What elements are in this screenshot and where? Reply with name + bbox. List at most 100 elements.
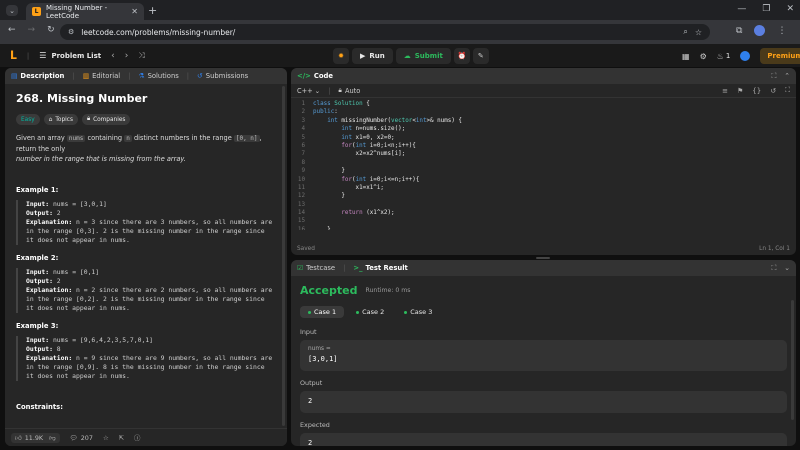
extensions-icon[interactable]: ⧉ xyxy=(736,26,742,36)
minimize-icon[interactable]: — xyxy=(737,4,746,14)
code-line: 4 int n=nums.size(); xyxy=(301,126,406,133)
code-editor[interactable]: 1 class Solution { 2 public: 3 int missing… xyxy=(291,98,796,230)
companies-button[interactable]: 🔒︎ Companies xyxy=(81,114,131,125)
scrollbar[interactable] xyxy=(282,86,285,426)
code-line: 16 } xyxy=(297,226,331,230)
result-panel: ☑ Testcase | >_ Test Result ⛶ ⌄ Accepted R… xyxy=(291,260,796,446)
auto-label: Auto xyxy=(344,86,361,95)
layout-icon[interactable]: ▦ xyxy=(682,52,690,61)
restore-icon[interactable]: ❐ xyxy=(762,4,770,14)
case-tab-3[interactable]: Case 3 xyxy=(396,306,440,318)
maximize-icon[interactable]: ⛶ xyxy=(772,264,777,273)
inline-code: nums xyxy=(66,135,86,142)
statement-text: distinct numbers in the range xyxy=(131,134,234,142)
code-line: 5 int x1=0, x2=0; xyxy=(301,134,395,141)
tab-close-icon[interactable]: ✕ xyxy=(131,7,138,16)
next-problem-icon[interactable]: › xyxy=(125,51,129,61)
code-tab[interactable]: </> Code xyxy=(297,72,333,80)
browser-tab[interactable]: L Missing Number - LeetCode ✕ xyxy=(26,3,144,20)
reload-icon[interactable]: ↻ xyxy=(47,25,55,35)
resize-handle[interactable] xyxy=(536,257,550,259)
tab-search-button[interactable]: ⌄ xyxy=(6,5,18,16)
bookmark-star-icon[interactable]: ☆ xyxy=(695,28,702,37)
maximize-icon[interactable]: ⛶ xyxy=(772,72,777,81)
case-tab-2[interactable]: Case 2 xyxy=(348,306,392,318)
thumbs-down-icon[interactable]: 👎︎ xyxy=(49,434,56,442)
tab-submissions[interactable]: ↺ Submissions xyxy=(197,72,248,80)
problem-title: 268. Missing Number xyxy=(16,92,148,105)
example-title: Example 2: xyxy=(16,254,59,262)
help-icon[interactable]: ⓘ xyxy=(134,433,140,442)
settings-gear-icon[interactable]: ⚙ xyxy=(700,52,707,61)
topics-label: Topics xyxy=(55,116,73,123)
scrollbar[interactable] xyxy=(791,300,794,420)
comments-button[interactable]: 💬︎ 207 xyxy=(70,434,93,442)
run-button[interactable]: ▶ Run xyxy=(352,48,393,64)
case-tabs: Case 1 Case 2 Case 3 xyxy=(300,306,787,318)
collapse-icon[interactable]: ⌄ xyxy=(784,264,790,272)
collapse-icon[interactable]: ⌃ xyxy=(784,72,790,80)
bug-icon: ✹ xyxy=(338,52,344,60)
tab-test-result[interactable]: >_ Test Result xyxy=(353,264,407,272)
profile-avatar[interactable] xyxy=(754,25,766,36)
auto-mode-toggle[interactable]: 🔒︎ Auto xyxy=(338,86,360,95)
like-button[interactable]: 👍︎ 11.9K 👎︎ xyxy=(11,432,60,443)
menu-kebab-icon[interactable]: ⋮ xyxy=(777,26,786,36)
zoom-icon[interactable]: ⌕ xyxy=(683,27,687,37)
inline-code: n xyxy=(124,135,132,142)
like-count: 11.9K xyxy=(24,433,44,442)
forward-icon[interactable]: → xyxy=(28,25,36,35)
braces-icon[interactable]: {} xyxy=(752,87,761,95)
description-footer: 👍︎ 11.9K 👎︎ 💬︎ 207 ☆ ⇱ ⓘ xyxy=(5,428,287,446)
code-header: </> Code ⛶ ⌃ xyxy=(291,68,796,84)
example-title: Example 3: xyxy=(16,322,59,330)
fullscreen-icon[interactable]: ⛶ xyxy=(785,86,790,95)
prev-problem-icon[interactable]: ‹ xyxy=(111,51,115,61)
streak-counter[interactable]: ♨ 1 xyxy=(717,52,731,61)
code-line: 11 x1=x1^i; xyxy=(297,184,384,191)
input-label: Input: xyxy=(26,200,50,208)
shuffle-icon[interactable]: ⤨ xyxy=(138,51,144,61)
bookmark-icon[interactable]: ⚑ xyxy=(737,87,743,95)
address-bar[interactable]: ⚙ leetcode.com/problems/missing-number/ … xyxy=(60,24,710,40)
tab-label: Submissions xyxy=(205,72,249,80)
example-title: Example 1: xyxy=(16,186,59,194)
site-info-icon[interactable]: ⚙ xyxy=(68,28,74,36)
timer-button[interactable]: ⏰ xyxy=(453,48,470,64)
back-icon[interactable]: ← xyxy=(8,25,16,35)
runtime-text: Runtime: 0 ms xyxy=(365,287,411,294)
example-output: 2 xyxy=(56,209,61,217)
topics-button[interactable]: ⌂ Topics xyxy=(43,114,78,125)
case-tab-1[interactable]: Case 1 xyxy=(300,306,345,318)
debug-button[interactable]: ✹ xyxy=(333,48,349,64)
format-icon[interactable]: ≡ xyxy=(722,87,728,95)
input-label: Input: xyxy=(26,336,50,344)
tab-editorial[interactable]: ▥ Editorial xyxy=(83,72,120,80)
notes-button[interactable]: ✎ xyxy=(472,48,489,64)
divider: | xyxy=(328,86,331,95)
code-panel: </> Code ⛶ ⌃ C++ ⌄ | 🔒︎ Auto ≡ ⚑ {} ↺ ⛶ 1 cl… xyxy=(291,68,796,255)
tab-description[interactable]: ▤ Description xyxy=(11,72,64,80)
example-block: Input: nums = [3,0,1] Output: 2 Explanat… xyxy=(16,200,276,245)
language-select[interactable]: C++ ⌄ xyxy=(297,87,320,95)
share-icon[interactable]: ⇱ xyxy=(119,434,124,442)
new-tab-button[interactable]: + xyxy=(148,4,157,17)
variable-value: [3,0,1] xyxy=(308,355,338,363)
pass-dot-icon xyxy=(356,310,360,314)
tab-solutions[interactable]: ⚗ Solutions xyxy=(138,72,178,80)
output-label: Output: xyxy=(26,209,53,217)
tag-icon: ⌂ xyxy=(48,116,53,123)
user-avatar[interactable] xyxy=(740,51,751,61)
pass-dot-icon xyxy=(404,310,408,314)
submit-button[interactable]: ☁ Submit xyxy=(395,48,451,64)
tab-testcase[interactable]: ☑ Testcase xyxy=(297,264,335,272)
problem-list-button[interactable]: ☰ Problem List xyxy=(39,51,101,60)
explanation-label: Explanation: xyxy=(26,354,73,362)
close-window-icon[interactable]: ✕ xyxy=(786,4,794,14)
case-label: Case 1 xyxy=(314,308,337,316)
leetcode-logo-icon[interactable]: ᒪ xyxy=(10,49,17,62)
statement-text: number in the range that is missing from… xyxy=(16,155,186,163)
reset-icon[interactable]: ↺ xyxy=(770,87,776,95)
premium-button[interactable]: Premium xyxy=(760,48,800,64)
favorite-star-icon[interactable]: ☆ xyxy=(103,434,109,442)
